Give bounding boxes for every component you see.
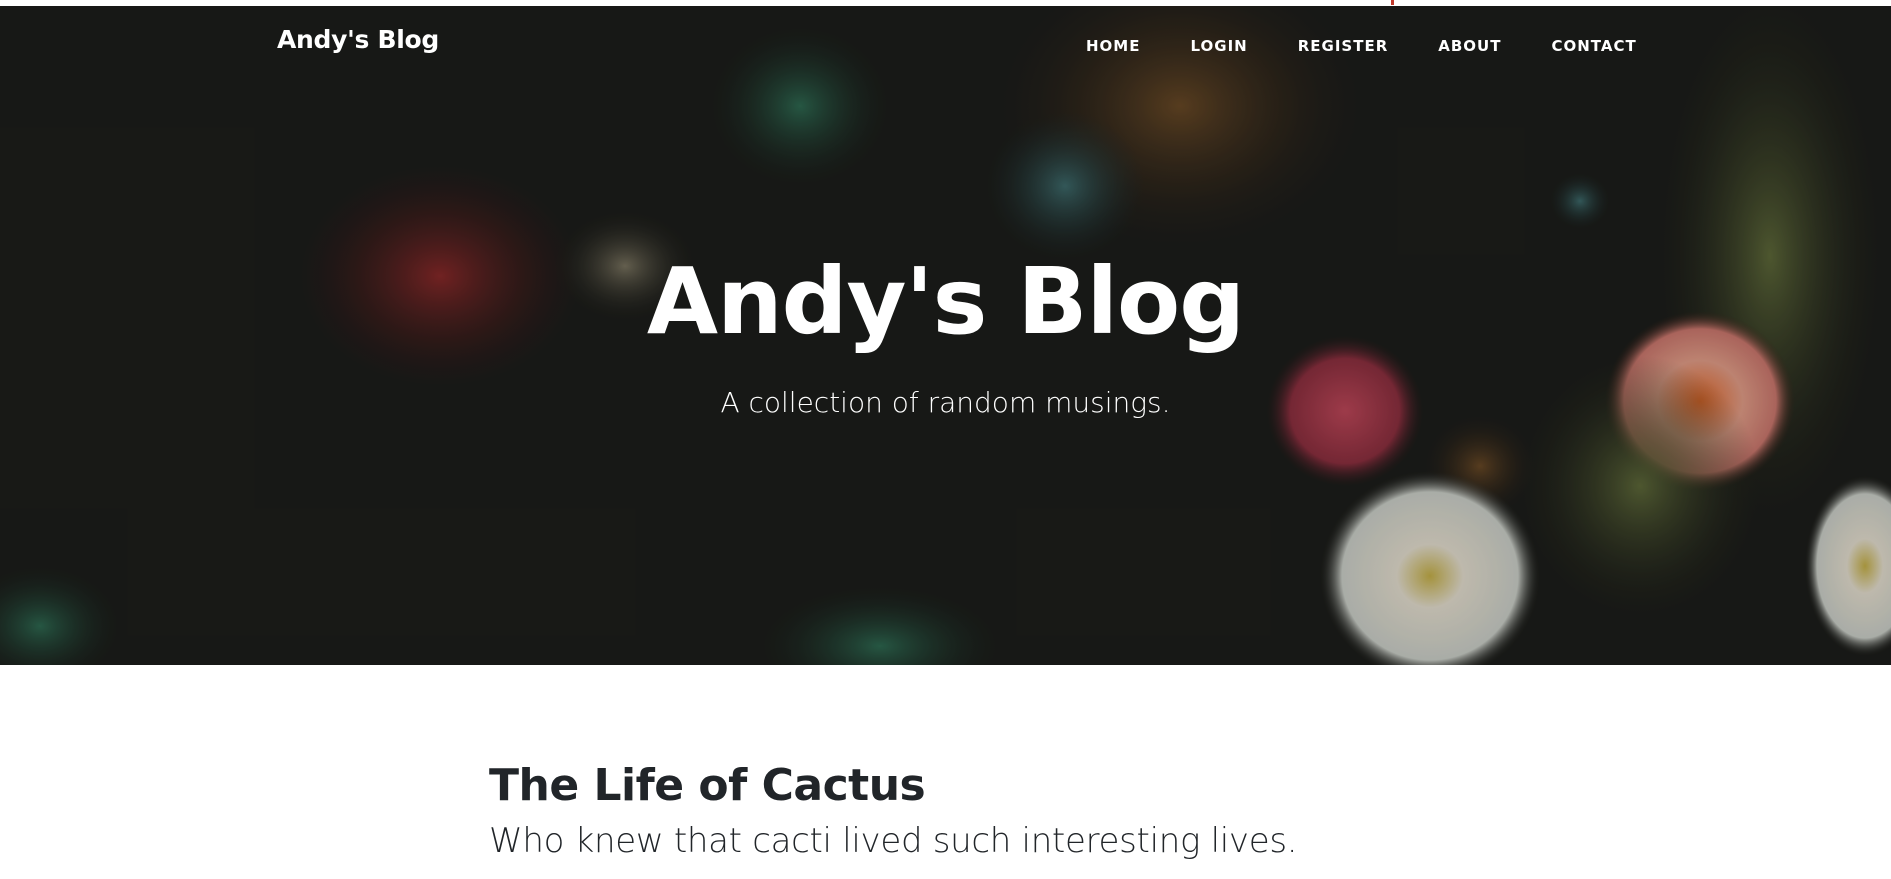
cursor-marker	[1391, 0, 1394, 5]
nav-links: HOME LOGIN REGISTER ABOUT CONTACT	[1086, 33, 1687, 59]
main-navbar: Andy's Blog HOME LOGIN REGISTER ABOUT CO…	[0, 6, 1891, 76]
nav-link-about[interactable]: ABOUT	[1438, 33, 1501, 59]
post-preview: The Life of Cactus Who knew that cacti l…	[489, 760, 1489, 861]
post-title-link[interactable]: The Life of Cactus	[489, 760, 1489, 811]
nav-link-home[interactable]: HOME	[1086, 33, 1140, 59]
hero-subtitle: A collection of random musings.	[720, 386, 1171, 419]
nav-link-contact[interactable]: CONTACT	[1551, 33, 1636, 59]
hero-header: Andy's Blog HOME LOGIN REGISTER ABOUT CO…	[0, 6, 1891, 665]
nav-link-login[interactable]: LOGIN	[1190, 33, 1247, 59]
nav-link-register[interactable]: REGISTER	[1298, 33, 1389, 59]
hero-title: Andy's Blog	[646, 248, 1245, 355]
post-subtitle: Who knew that cacti lived such interesti…	[489, 821, 1298, 861]
navbar-brand[interactable]: Andy's Blog	[277, 25, 439, 54]
